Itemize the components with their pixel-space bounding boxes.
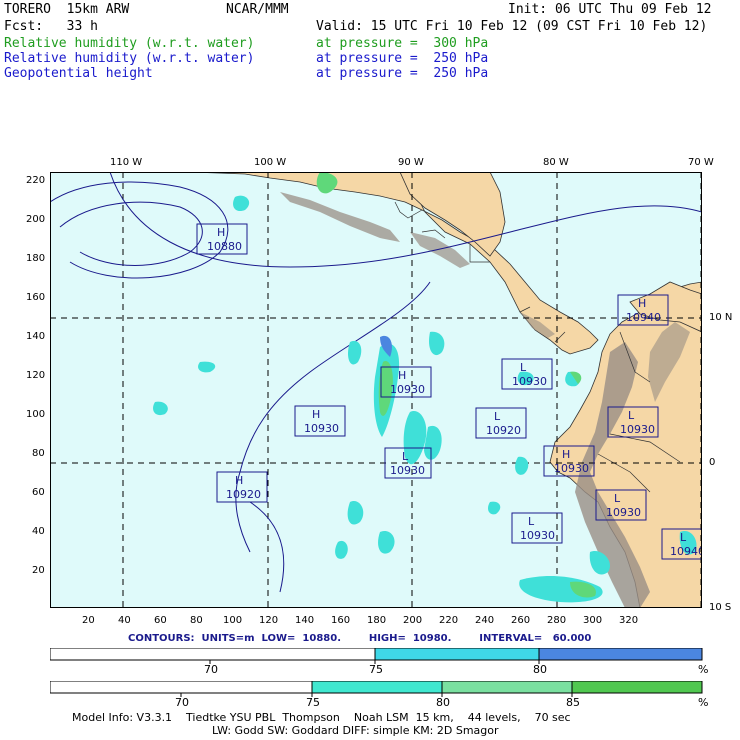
lon-label-100w: 100 W [254,157,287,168]
x-tick: 300 [583,615,603,626]
field-2-name: Relative humidity (w.r.t. water) [4,51,255,66]
lon-label-90w: 90 W [398,157,424,168]
x-tick: 140 [295,615,315,626]
x-tick: 120 [259,615,279,626]
x-tick: 80 [190,615,203,626]
y-tick: 20 [32,565,45,576]
x-tick: 160 [331,615,351,626]
lat-label-10s: 10 S [709,602,732,613]
field-2-level: at pressure = 250 hPa [316,51,489,66]
center-value: 10930 [520,529,555,542]
field-1-level: at pressure = 300 hPa [316,36,489,51]
bar1-unit: % [698,663,708,676]
center-type: H [638,297,646,310]
center-type: L [494,410,501,423]
model-info-line2: LW: Godd SW: Goddard DIFF: simple KM: 2D… [212,724,499,737]
field-3-level: at pressure = 250 hPa [316,66,489,81]
center-label: NCAR/MMM [226,2,289,17]
x-tick: 320 [619,615,639,626]
center-type: H [562,448,570,461]
center-type: L [528,515,535,528]
y-tick: 200 [26,214,46,225]
center-type: H [312,408,320,421]
y-tick: 80 [32,448,45,459]
bar2-tick: 70 [175,696,189,709]
weather-map: H 10880 H 10940 H 10930 L 10930 H 10930 … [50,172,702,608]
x-tick: 260 [511,615,531,626]
y-tick: 120 [26,370,46,381]
init-time: Init: 06 UTC Thu 09 Feb 12 [508,2,712,17]
x-tick: 200 [403,615,423,626]
center-value: 10940 [670,545,702,558]
bar2-tick: 75 [306,696,320,709]
center-type: L [520,361,527,374]
center-value: 10940 [626,311,661,324]
center-type: H [398,369,406,382]
y-tick: 60 [32,487,45,498]
x-tick: 240 [475,615,495,626]
bar2-unit: % [698,696,708,709]
bar1-tick: 75 [369,663,383,676]
x-tick: 40 [118,615,131,626]
center-type: L [680,531,687,544]
x-tick: 280 [547,615,567,626]
center-value: 10930 [390,383,425,396]
model-info-line1: Model Info: V3.3.1 Tiedtke YSU PBL Thomp… [72,711,571,724]
forecast-hour: Fcst: 33 h [4,19,98,34]
model-title: TORERO 15km ARW [4,2,130,17]
lon-label-70w: 70 W [688,157,714,168]
x-tick: 100 [223,615,243,626]
rh-colorbar-300: 70 75 80 85 % [50,681,708,709]
field-1-name: Relative humidity (w.r.t. water) [4,36,255,51]
valid-time: Valid: 15 UTC Fri 10 Feb 12 (09 CST Fri … [316,19,708,34]
bar2-tick: 85 [566,696,580,709]
center-value: 10920 [226,488,261,501]
center-type: L [402,450,409,463]
y-tick: 100 [26,409,46,420]
center-value: 10930 [554,462,589,475]
bar1-tick: 80 [533,663,547,676]
y-tick: 40 [32,526,45,537]
y-tick: 140 [26,331,46,342]
field-3-name: Geopotential height [4,66,153,81]
center-value: 10930 [620,423,655,436]
x-tick: 180 [367,615,387,626]
center-type: L [614,492,621,505]
bar1-tick: 70 [204,663,218,676]
center-type: H [217,226,225,239]
x-tick: 220 [439,615,459,626]
center-value: 10930 [304,422,339,435]
lon-label-80w: 80 W [543,157,569,168]
lat-label-0: 0 [709,457,716,468]
lon-label-110w: 110 W [110,157,143,168]
center-type: L [628,409,635,422]
bar2-tick: 80 [436,696,450,709]
x-tick: 60 [154,615,167,626]
y-tick: 220 [26,175,46,186]
lat-label-10n: 10 N [709,312,733,323]
center-type: H [235,474,243,487]
center-value: 10930 [512,375,547,388]
center-value: 10880 [207,240,242,253]
x-tick: 20 [82,615,95,626]
y-tick: 180 [26,253,46,264]
rh-colorbar-250: 70 75 80 % [50,648,708,676]
y-tick: 160 [26,292,46,303]
center-value: 10920 [486,424,521,437]
center-value: 10930 [390,464,425,477]
contours-info: CONTOURS: UNITS=m LOW= 10880. HIGH= 1098… [128,633,592,644]
center-value: 10930 [606,506,641,519]
